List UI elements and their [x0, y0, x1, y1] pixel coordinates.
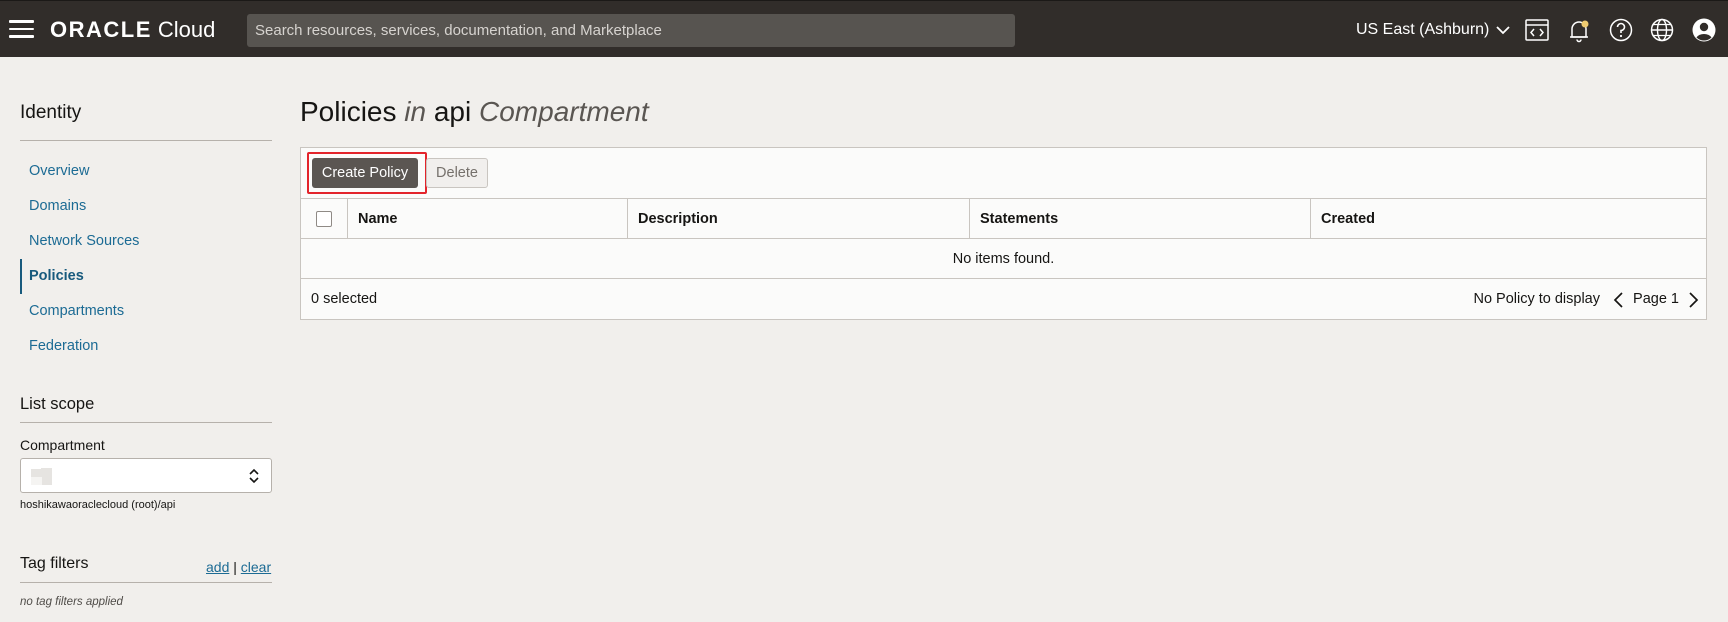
divider	[20, 140, 272, 141]
selected-count: 0 selected	[311, 291, 378, 307]
empty-table-message: No items found.	[301, 239, 1706, 279]
column-header-created[interactable]: Created	[1310, 199, 1706, 239]
no-display-message: No Policy to display	[1473, 291, 1600, 307]
user-profile-icon[interactable]	[1691, 17, 1717, 43]
chevron-up-down-icon	[249, 468, 259, 484]
page-title-policies: Policies	[300, 96, 397, 127]
tag-add-link[interactable]: add	[206, 559, 229, 575]
top-navigation-bar: ORACLE Cloud US East (Ashburn)	[0, 0, 1728, 57]
compartment-placeholder-icon	[41, 468, 52, 485]
column-header-name[interactable]: Name	[347, 199, 627, 239]
sidebar-item-domains[interactable]: Domains	[20, 189, 272, 224]
page-title-compartment-word: Compartment	[479, 96, 649, 127]
help-icon[interactable]	[1608, 17, 1634, 43]
menu-icon[interactable]	[9, 20, 34, 38]
compartment-placeholder-icon	[31, 477, 42, 485]
notification-bell-icon[interactable]	[1566, 17, 1592, 43]
divider	[20, 582, 272, 583]
sidebar-nav: Overview Domains Network Sources Policie…	[20, 154, 272, 364]
compartment-select[interactable]	[20, 458, 272, 493]
tag-separator: |	[233, 559, 237, 575]
compartment-label: Compartment	[20, 437, 105, 453]
language-globe-icon[interactable]	[1649, 17, 1675, 43]
page-title: Policies in api Compartment	[300, 96, 649, 128]
sidebar-item-federation[interactable]: Federation	[20, 329, 272, 364]
page-indicator: Page 1	[1633, 291, 1679, 307]
chevron-right-icon[interactable]	[1686, 291, 1700, 309]
region-selector[interactable]: US East (Ashburn)	[1356, 19, 1511, 41]
oracle-cloud-logo[interactable]: ORACLE Cloud	[50, 17, 215, 43]
tag-filters-title: Tag filters	[20, 555, 89, 572]
logo-oracle-text: ORACLE	[50, 17, 152, 42]
delete-button[interactable]: Delete	[426, 158, 488, 188]
logo-cloud-text: Cloud	[157, 17, 216, 42]
search-input[interactable]	[247, 14, 1015, 47]
table-footer: 0 selected No Policy to display Page 1	[301, 279, 1706, 319]
region-label: US East (Ashburn)	[1356, 21, 1490, 38]
compartment-path: hoshikawaoraclecloud (root)/api	[20, 499, 176, 511]
sidebar-item-compartments[interactable]: Compartments	[20, 294, 272, 329]
tag-filters-empty: no tag filters applied	[20, 596, 123, 608]
sidebar-item-policies[interactable]: Policies	[20, 259, 272, 294]
list-scope-title: List scope	[20, 395, 95, 413]
table-toolbar: Create Policy Delete	[301, 148, 1706, 199]
tag-filter-actions: add | clear	[206, 559, 271, 575]
table-header: Name Description Statements Created	[301, 199, 1706, 239]
page-title-compartment-name: api	[433, 96, 472, 127]
column-header-description[interactable]: Description	[627, 199, 969, 239]
divider	[20, 422, 272, 423]
create-policy-button[interactable]: Create Policy	[312, 158, 418, 188]
policies-table-panel: Create Policy Delete Name Description St…	[300, 147, 1707, 320]
chevron-down-icon	[1496, 25, 1511, 34]
sidebar-title: Identity	[20, 102, 82, 123]
sidebar-item-network-sources[interactable]: Network Sources	[20, 224, 272, 259]
chevron-left-icon[interactable]	[1612, 291, 1626, 309]
column-header-statements[interactable]: Statements	[969, 199, 1310, 239]
select-all-checkbox[interactable]	[316, 211, 332, 227]
sidebar-item-overview[interactable]: Overview	[20, 154, 272, 189]
code-editor-icon[interactable]	[1524, 17, 1550, 43]
tag-clear-link[interactable]: clear	[241, 559, 271, 575]
page-title-in: in	[404, 96, 427, 127]
